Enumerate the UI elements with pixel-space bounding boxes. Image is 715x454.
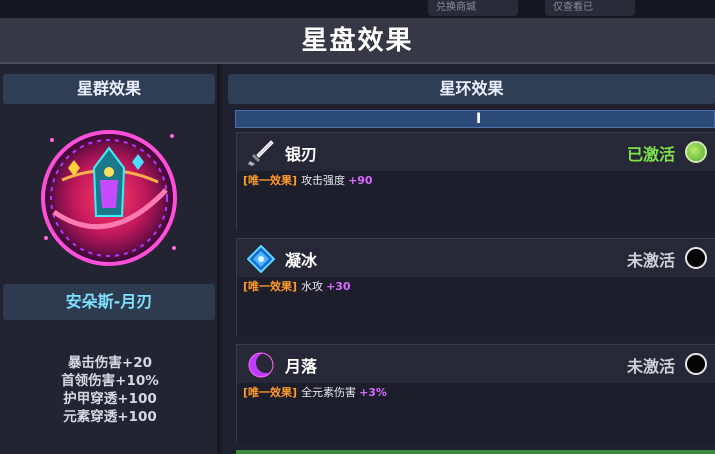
ring-card-frozen-ice[interactable]: 凝冰 未激活 [唯一效果] 水攻 +30 [236,238,715,337]
card-effect: [唯一效果] 全元素伤害 +3% [237,383,715,443]
card-header: 月落 未激活 [237,345,715,383]
stat-line: 暴击伤害+20 [67,355,153,371]
card-name: 月落 [285,357,318,376]
inactive-indicator-icon [685,247,707,269]
ring-card-silver-blade[interactable]: 银刃 已激活 [唯一效果] 攻击强度 +90 [236,132,715,231]
status-label: 已激活 [626,145,675,164]
inactive-indicator-icon [685,353,707,375]
card-header: 凝冰 未激活 [237,239,715,277]
effect-tag: [唯一效果] [243,280,298,293]
title-bar: 星盘效果 [0,18,715,64]
card-header: 银刃 已激活 [237,133,715,171]
effect-desc: 全元素伤害 [301,386,357,399]
constellation-header: 星群效果 [3,74,215,104]
stat-line: 首领伤害+10% [61,373,159,389]
constellation-panel: 星群效果 安朵斯-月刃 暴击伤害+20 首领伤害+10% 护甲穿透+100 元素… [0,64,220,454]
next-card-edge [236,450,715,454]
top-strip: 兑换商城 仅查看已 [0,0,715,20]
ring-card-moonfall[interactable]: 月落 未激活 [唯一效果] 全元素伤害 +3% [236,344,715,443]
effect-desc: 攻击强度 [301,174,346,187]
top-chip-shop[interactable]: 兑换商城 [428,0,518,16]
star-ring-header: 星环效果 [228,74,715,104]
scroll-grip[interactable]: I [476,111,481,127]
effect-value: +30 [326,280,351,293]
effect-value: +90 [348,174,373,187]
effect-tag: [唯一效果] [243,386,298,399]
status-label: 未激活 [626,251,675,270]
crescent-moon-icon [248,352,275,378]
sword-icon [248,140,274,166]
card-name: 凝冰 [285,251,318,270]
star-ring-panel: 星环效果 I 银刃 已激活 [唯一效果] 攻击强度 +90 凝冰 未激活 [唯一… [223,64,715,454]
effect-tag: [唯一效果] [243,174,298,187]
constellation-name: 安朵斯-月刃 [3,284,215,320]
top-chip-filter[interactable]: 仅查看已 [545,0,635,16]
constellation-stats: 暴击伤害+20 首领伤害+10% 护甲穿透+100 元素穿透+100 [0,354,220,426]
status-label: 未激活 [626,357,675,376]
card-effect: [唯一效果] 水攻 +30 [237,277,715,337]
card-effect: [唯一效果] 攻击强度 +90 [237,171,715,231]
page-title: 星盘效果 [301,26,414,56]
effect-value: +3% [359,386,387,399]
effect-desc: 水攻 [301,280,324,293]
ring-scrollbar[interactable]: I [235,110,715,128]
stat-line: 元素穿透+100 [63,409,157,425]
stat-line: 护甲穿透+100 [63,391,157,407]
card-name: 银刃 [285,145,318,164]
active-indicator-icon [685,141,707,163]
ice-crystal-icon [247,245,275,273]
constellation-emblem-icon [41,130,177,266]
